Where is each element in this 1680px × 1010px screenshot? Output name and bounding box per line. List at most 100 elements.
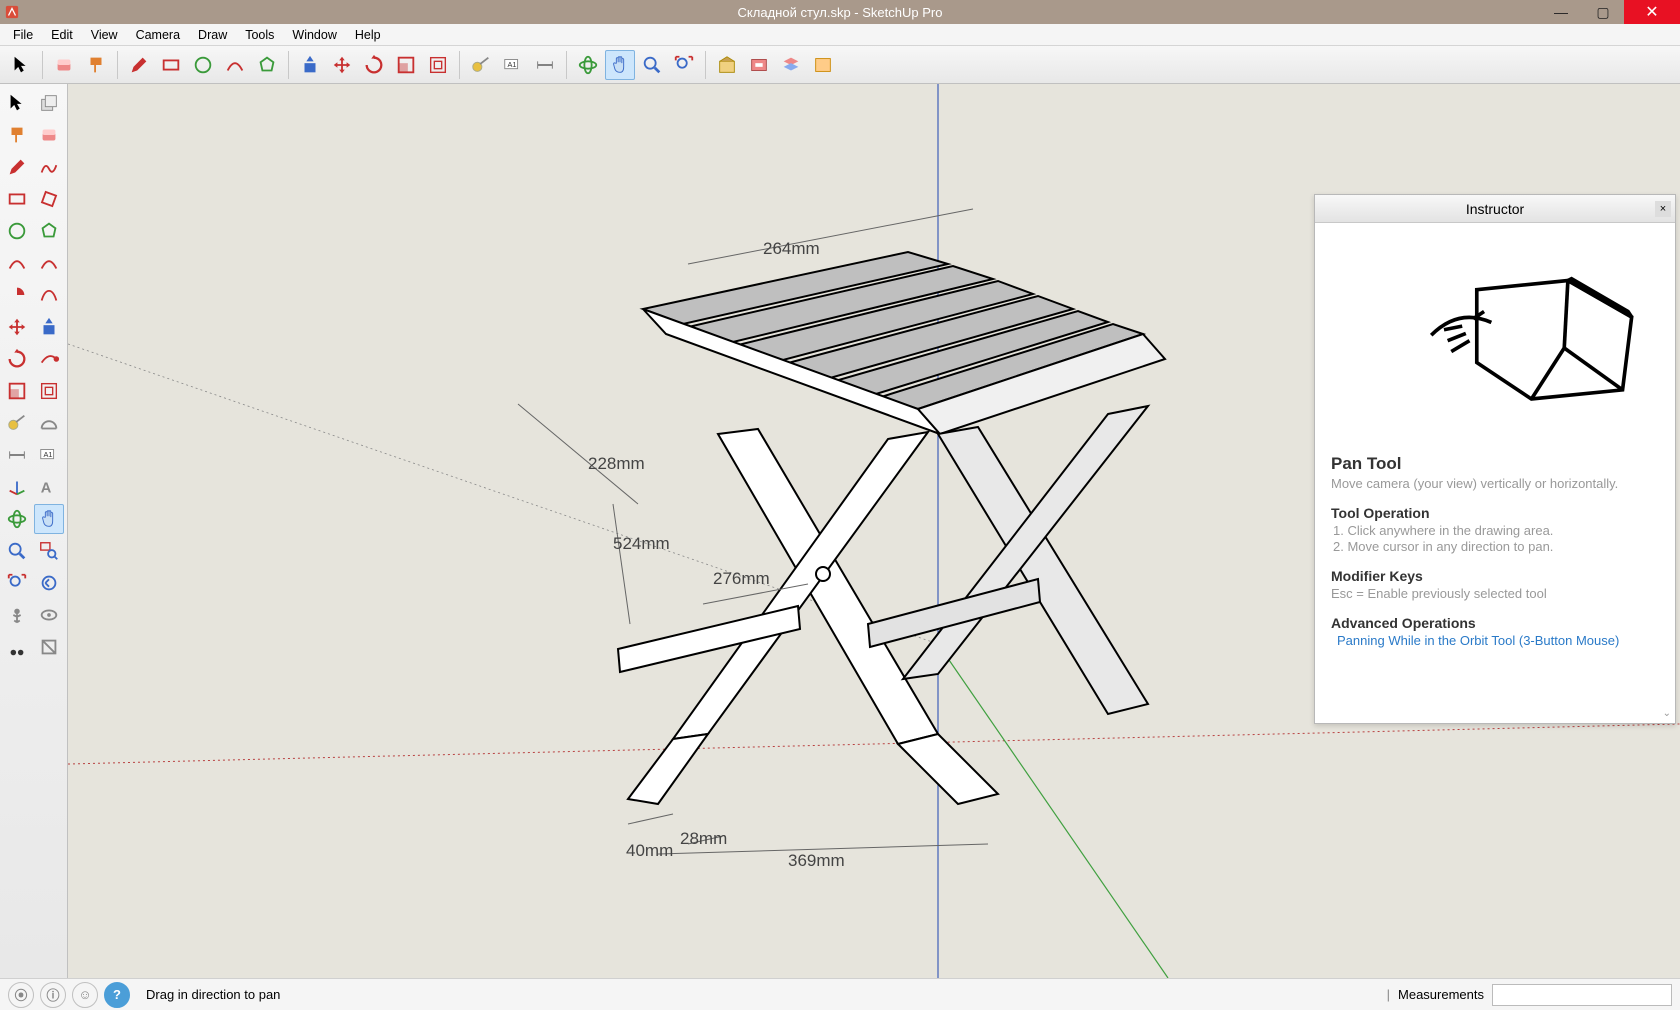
menu-window[interactable]: Window (283, 26, 345, 44)
instructor-tool-name: Pan Tool (1331, 454, 1659, 474)
measurements-input[interactable] (1492, 984, 1672, 1006)
walk-tool[interactable] (2, 632, 32, 662)
polygon-tool[interactable] (34, 216, 64, 246)
circle-tool[interactable] (2, 216, 32, 246)
zoom-tool[interactable] (2, 536, 32, 566)
look-tool[interactable] (34, 600, 64, 630)
rotrect-tool[interactable] (34, 184, 64, 214)
circle-tool[interactable] (188, 50, 218, 80)
orbit-tool[interactable] (573, 50, 603, 80)
dim-40: 40mm (626, 841, 673, 860)
instructor-op-step: Move cursor in any direction to pan. (1333, 539, 1659, 554)
outliner-tool[interactable] (808, 50, 838, 80)
scroll-down-icon[interactable]: ⌄ (1663, 708, 1671, 719)
maximize-button[interactable]: ▢ (1582, 0, 1624, 24)
arc2-tool[interactable] (34, 248, 64, 278)
drawing-canvas[interactable]: 264mm 228mm 524mm 276mm 369mm 40mm 28mm … (68, 84, 1680, 978)
dimension-tool[interactable] (530, 50, 560, 80)
menu-view[interactable]: View (82, 26, 127, 44)
pie-tool[interactable] (2, 280, 32, 310)
pushpull-tool[interactable] (34, 312, 64, 342)
3dtext-tool[interactable]: A (34, 472, 64, 502)
eraser-tool[interactable] (34, 120, 64, 150)
orbit-tool[interactable] (2, 504, 32, 534)
instructor-close-icon[interactable]: × (1655, 201, 1671, 217)
layers-tool[interactable] (776, 50, 806, 80)
dim-369: 369mm (788, 851, 845, 870)
user-button[interactable]: ☺ (72, 982, 98, 1008)
line-tool[interactable] (124, 50, 154, 80)
pushpull-tool[interactable] (295, 50, 325, 80)
arc-tool[interactable] (2, 248, 32, 278)
scale-tool[interactable] (2, 376, 32, 406)
window-title: Складной стул.skp - SketchUp Pro (738, 5, 943, 20)
menu-tools[interactable]: Tools (236, 26, 283, 44)
tape-tool[interactable] (2, 408, 32, 438)
warehouse-tool[interactable] (712, 50, 742, 80)
tape-tool[interactable] (466, 50, 496, 80)
rotate-tool[interactable] (2, 344, 32, 374)
menu-file[interactable]: File (4, 26, 42, 44)
dimension-tool[interactable] (2, 440, 32, 470)
freehand-tool[interactable] (34, 152, 64, 182)
dim-28: 28mm (680, 829, 727, 848)
menu-camera[interactable]: Camera (127, 26, 189, 44)
instructor-tool-desc: Move camera (your view) vertically or ho… (1331, 476, 1659, 491)
followme-tool[interactable] (34, 344, 64, 374)
menu-help[interactable]: Help (346, 26, 390, 44)
extension-tool[interactable] (744, 50, 774, 80)
select-tool[interactable] (6, 50, 36, 80)
axes-tool[interactable] (2, 472, 32, 502)
zoom-tool[interactable] (637, 50, 667, 80)
credits-button[interactable]: ⓘ (40, 982, 66, 1008)
section-tool[interactable] (34, 632, 64, 662)
line-tool[interactable] (2, 152, 32, 182)
svg-text:A1: A1 (508, 59, 517, 68)
offset-tool[interactable] (423, 50, 453, 80)
instructor-mod-text: Esc = Enable previously selected tool (1331, 586, 1659, 601)
paint-tool[interactable] (2, 120, 32, 150)
instructor-op-step: Click anywhere in the drawing area. (1333, 523, 1659, 538)
svg-text:A1: A1 (44, 450, 53, 459)
status-hint: Drag in direction to pan (146, 987, 280, 1002)
zoomext-tool[interactable] (2, 568, 32, 598)
arc-tool[interactable] (220, 50, 250, 80)
bezier-tool[interactable] (34, 280, 64, 310)
zoom-extents-tool[interactable] (669, 50, 699, 80)
rectangle-tool[interactable] (2, 184, 32, 214)
move-tool[interactable] (327, 50, 357, 80)
svg-text:A: A (41, 481, 52, 497)
rectangle-tool[interactable] (156, 50, 186, 80)
scale-tool[interactable] (391, 50, 421, 80)
measurements-label: Measurements (1398, 987, 1484, 1002)
pan-tool[interactable] (605, 50, 635, 80)
protractor-tool[interactable] (34, 408, 64, 438)
minimize-button[interactable]: — (1540, 0, 1582, 24)
menu-edit[interactable]: Edit (42, 26, 82, 44)
paint-tool[interactable] (81, 50, 111, 80)
dim-228: 228mm (588, 454, 645, 473)
position-tool[interactable] (2, 600, 32, 630)
offset-tool[interactable] (34, 376, 64, 406)
prev-tool[interactable] (34, 568, 64, 598)
help-button[interactable]: ? (104, 982, 130, 1008)
instructor-title: Instructor (1466, 201, 1524, 217)
dim-264: 264mm (763, 239, 820, 258)
eraser-tool[interactable] (49, 50, 79, 80)
geo-button[interactable]: ⦿ (8, 982, 34, 1008)
pan-tool[interactable] (34, 504, 64, 534)
text-tool[interactable]: A1 (34, 440, 64, 470)
menu-bar: FileEditViewCameraDrawToolsWindowHelp (0, 24, 1680, 46)
instructor-header[interactable]: Instructor × (1315, 195, 1675, 223)
menu-draw[interactable]: Draw (189, 26, 236, 44)
instructor-adv-link[interactable]: Panning While in the Orbit Tool (3-Butto… (1331, 633, 1659, 648)
component-tool[interactable] (34, 88, 64, 118)
text-tool[interactable]: A1 (498, 50, 528, 80)
rotate-tool[interactable] (359, 50, 389, 80)
instructor-image (1331, 235, 1659, 438)
move-tool[interactable] (2, 312, 32, 342)
select-tool[interactable] (2, 88, 32, 118)
polygon-tool[interactable] (252, 50, 282, 80)
zoomwin-tool[interactable] (34, 536, 64, 566)
close-button[interactable]: ✕ (1624, 0, 1680, 24)
